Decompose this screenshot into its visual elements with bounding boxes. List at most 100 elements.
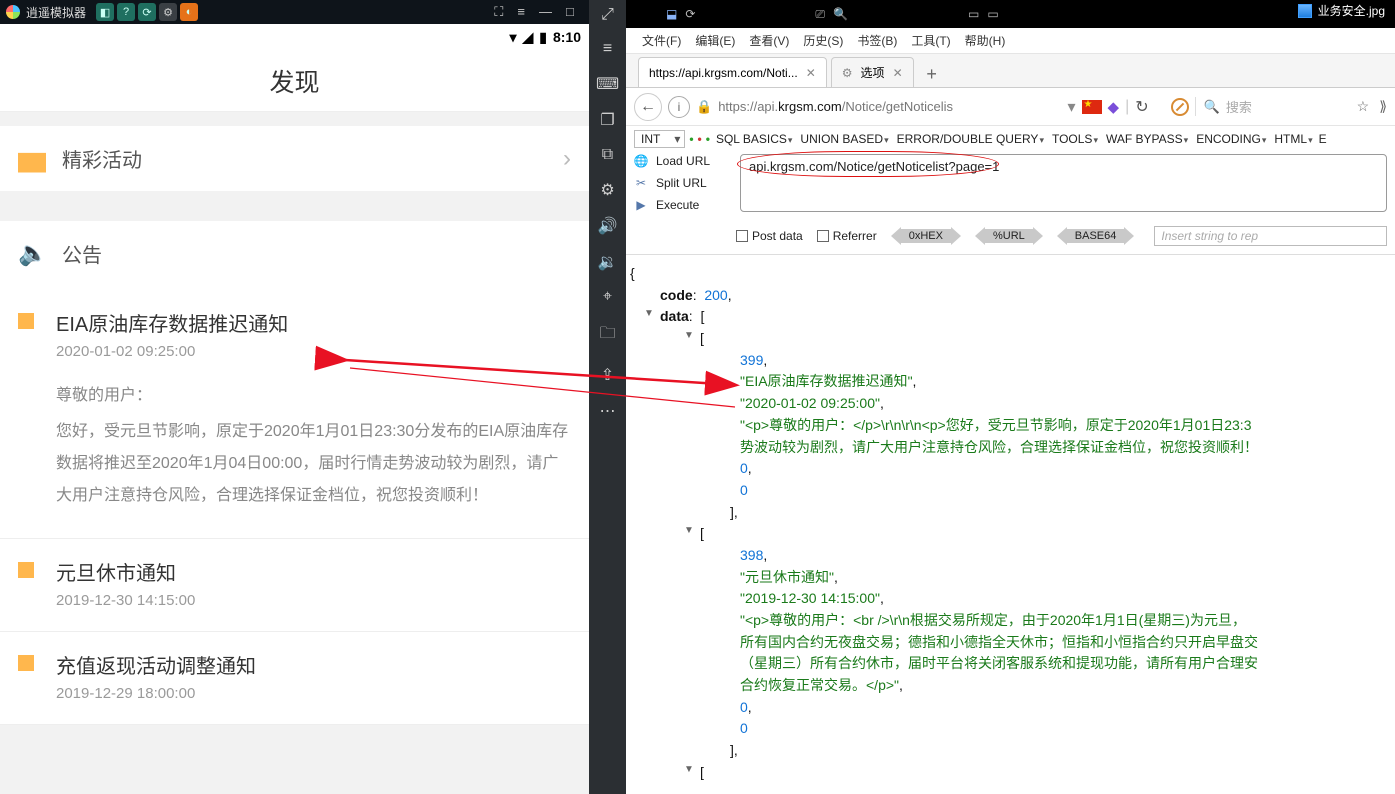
json-time: 2019-12-30 14:15:00 xyxy=(745,590,875,606)
notice-item[interactable]: 充值返现活动调整通知 2019-12-29 18:00:00 xyxy=(0,632,589,725)
json-title: EIA原油库存数据推迟通知 xyxy=(745,373,908,389)
chip-url[interactable]: %URL xyxy=(975,227,1043,245)
tab-settings[interactable]: ⚙ 选项 ✕ xyxy=(831,57,914,87)
fullscreen-icon[interactable]: ⛶ xyxy=(494,4,503,20)
encoding-select[interactable]: INT xyxy=(634,130,685,148)
load-url-button[interactable]: 🌐Load URL xyxy=(634,154,724,168)
dropdown-icon[interactable]: ▾ xyxy=(1068,97,1076,117)
referrer-checkbox[interactable]: Referrer xyxy=(817,229,877,243)
expand-icon[interactable]: ⤢ xyxy=(601,6,614,24)
json-time: 2020-01-02 09:25:00 xyxy=(745,395,875,411)
menu-overflow[interactable]: E xyxy=(1319,132,1327,146)
more-icon[interactable]: ⋯ xyxy=(600,401,616,421)
insert-string-input[interactable]: Insert string to rep xyxy=(1154,226,1387,246)
activities-row[interactable]: 精彩活动 › xyxy=(0,126,589,191)
volume-down-icon[interactable]: 🔉 xyxy=(598,252,618,272)
share-icon[interactable]: ⇪ xyxy=(601,365,614,385)
emulator-titlebar[interactable]: 逍遥模拟器 ◧ ? ⟳ ⚙ ◐ ⛶ ≡ — □ ✕ « xyxy=(0,0,626,24)
menu-edit[interactable]: 编辑(E) xyxy=(689,29,741,52)
keyboard-icon[interactable]: ⌨ xyxy=(596,74,619,94)
chip-base64[interactable]: BASE64 xyxy=(1057,227,1135,245)
post-data-checkbox[interactable]: Post data xyxy=(736,229,803,243)
json-code: 200 xyxy=(704,287,727,303)
minimize-icon[interactable]: — xyxy=(539,4,552,20)
extension-icon[interactable]: ◆ xyxy=(1108,98,1120,116)
execute-button[interactable]: ▶Execute xyxy=(634,198,724,212)
menu-html[interactable]: HTML xyxy=(1272,130,1314,148)
noscript-icon[interactable] xyxy=(1171,98,1189,116)
notice-item[interactable]: EIA原油库存数据推迟通知 2020-01-02 09:25:00 尊敬的用户：… xyxy=(0,290,589,539)
site-info-icon[interactable]: i xyxy=(668,96,690,118)
json-html: "<p>尊敬的用户：</p>\r\n\r\n<p>您好，受元旦节影响，原定于20… xyxy=(740,417,1251,433)
collapse-icon[interactable]: ▼ xyxy=(644,306,654,322)
menu-union-based[interactable]: UNION BASED xyxy=(798,130,890,148)
menu-sql-basics[interactable]: SQL BASICS xyxy=(714,130,794,148)
chip-hex[interactable]: 0xHEX xyxy=(891,227,961,245)
desktop-file[interactable]: 业务安全.jpg xyxy=(1298,2,1385,19)
menu-bookmarks[interactable]: 书签(B) xyxy=(851,29,903,52)
new-tab-button[interactable]: + xyxy=(918,61,946,87)
location-icon[interactable]: ⌖ xyxy=(603,288,612,306)
bullet-icon xyxy=(18,562,34,578)
collapse-icon[interactable]: ▼ xyxy=(684,523,694,539)
dot-red-icon[interactable]: • xyxy=(698,132,702,146)
notice-item[interactable]: 元旦休市通知 2019-12-30 14:15:00 xyxy=(0,539,589,632)
tray-gear-icon[interactable]: ⚙ xyxy=(159,3,177,21)
menu-view[interactable]: 查看(V) xyxy=(743,29,795,52)
collapse-icon[interactable]: ▼ xyxy=(684,328,694,344)
dot-green-icon[interactable]: • xyxy=(689,132,693,146)
windows-icon[interactable]: ⧉ xyxy=(602,146,613,164)
menu-tools[interactable]: TOOLS xyxy=(1050,130,1100,148)
tray-user-icon[interactable]: ◐ xyxy=(180,3,198,21)
taskbar-group2: ⎚ 🔍 xyxy=(815,7,848,22)
flag-cn-icon[interactable] xyxy=(1082,100,1102,114)
gift-icon xyxy=(18,145,46,173)
tab-close-icon[interactable]: ✕ xyxy=(893,66,903,80)
search2-icon[interactable]: 🔍 xyxy=(833,7,848,22)
scissors-icon: ✂ xyxy=(634,176,648,190)
pin-icon[interactable]: ⎚ xyxy=(815,7,825,22)
menu-icon[interactable]: ≡ xyxy=(517,4,525,20)
collapse-icon[interactable]: ▼ xyxy=(684,762,694,778)
menu-error-query[interactable]: ERROR/DOUBLE QUERY xyxy=(895,130,1046,148)
menu-history[interactable]: 历史(S) xyxy=(797,29,849,52)
tray1-icon[interactable]: ▭ xyxy=(968,7,979,21)
tray-camera-icon[interactable]: ◧ xyxy=(96,3,114,21)
back-button[interactable]: ← xyxy=(634,93,662,121)
dot-green2-icon[interactable]: • xyxy=(706,132,710,146)
tab-close-icon[interactable]: ✕ xyxy=(806,66,816,80)
tab-active[interactable]: https://api.krgsm.com/Noti... ✕ xyxy=(638,57,827,87)
menu-help[interactable]: 帮助(H) xyxy=(959,29,1012,52)
maximize-icon[interactable]: □ xyxy=(566,4,574,20)
gear-icon: ⚙ xyxy=(842,66,853,80)
layers-icon[interactable]: ❐ xyxy=(600,110,614,130)
json-title: 元旦休市通知 xyxy=(745,569,829,585)
tray-help-icon[interactable]: ? xyxy=(117,3,135,21)
menu-file[interactable]: 文件(F) xyxy=(636,29,687,52)
reload-button[interactable]: ↻ xyxy=(1135,97,1148,117)
menu-waf-bypass[interactable]: WAF BYPASS xyxy=(1104,130,1190,148)
notice-time: 2019-12-30 14:15:00 xyxy=(56,592,571,609)
menu-encoding[interactable]: ENCODING xyxy=(1194,130,1268,148)
menu2-icon[interactable]: ≡ xyxy=(603,40,612,58)
bullet-icon xyxy=(18,313,34,329)
url-display[interactable]: https://api.krgsm.com/Notice/getNoticeli… xyxy=(718,99,1061,114)
overflow-icon[interactable]: ⟫ xyxy=(1379,98,1387,115)
file-name: 业务安全.jpg xyxy=(1318,2,1385,19)
gear-icon[interactable]: ⚙ xyxy=(600,180,614,200)
tab-up-icon[interactable]: ⬓ xyxy=(666,7,677,21)
wifi-icon: ▾ xyxy=(509,29,516,46)
search-box[interactable]: 🔍 搜索 xyxy=(1195,97,1345,116)
browser-window: ⬓ ⟳ ⎚ 🔍 ▭ ▭ 业务安全.jpg 文件(F) 编辑(E) 查看(V) 历… xyxy=(626,0,1395,794)
notice-title: EIA原油库存数据推迟通知 xyxy=(56,308,571,337)
bookmark-icon[interactable]: ☆ xyxy=(1357,98,1370,115)
volume-up-icon[interactable]: 🔊 xyxy=(598,216,618,236)
tray-sync-icon[interactable]: ⟳ xyxy=(138,3,156,21)
folder-icon[interactable]: 🗀 xyxy=(599,322,615,349)
emulator-window: 逍遥模拟器 ◧ ? ⟳ ⚙ ◐ ⛶ ≡ — □ ✕ « ▾ ◢ ▮ 8:10 发… xyxy=(0,0,626,794)
split-url-button[interactable]: ✂Split URL xyxy=(634,176,724,190)
refresh-icon[interactable]: ⟳ xyxy=(685,7,695,21)
hackbar-url-input[interactable]: api.krgsm.com/Notice/getNoticelist?page=… xyxy=(740,154,1387,212)
tray2-icon[interactable]: ▭ xyxy=(987,7,998,21)
menu-tools[interactable]: 工具(T) xyxy=(905,29,956,52)
